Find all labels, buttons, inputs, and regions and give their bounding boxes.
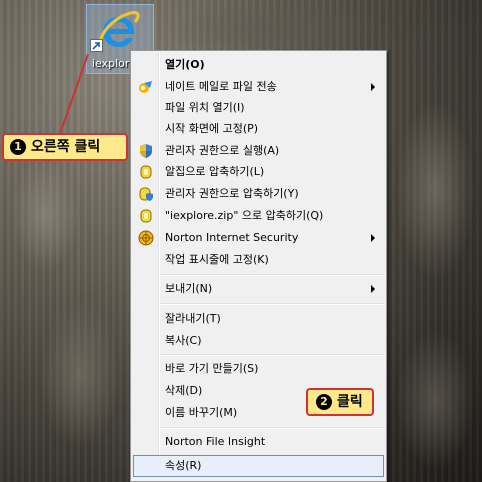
menu-item-label: 파일 위치 열기(I) (165, 101, 245, 114)
menu-item-label: 잘라내기(T) (165, 312, 221, 325)
menu-item-cut[interactable]: 잘라내기(T) (133, 308, 384, 329)
norton-icon (138, 230, 154, 246)
menu-item-label: 속성(R) (165, 459, 202, 472)
menu-separator (161, 427, 384, 429)
menu-item-label: 삭제(D) (165, 384, 203, 397)
menu-item-compress-as-admin[interactable]: 관리자 권한으로 압축하기(Y) (133, 183, 384, 204)
menu-separator (161, 303, 384, 305)
menu-separator (161, 354, 384, 356)
callout-text: 오른쪽 클릭 (31, 139, 101, 155)
menu-item-label: 알집으로 압축하기(L) (165, 165, 265, 178)
menu-item-norton-internet-security[interactable]: Norton Internet Security (133, 227, 384, 248)
menu-item-nate-mail-send[interactable]: 네이트 메일로 파일 전송 (133, 76, 384, 97)
menu-item-copy[interactable]: 복사(C) (133, 330, 384, 351)
menu-item-label: 복사(C) (165, 334, 202, 347)
step-number-badge: 2 (316, 394, 332, 410)
alzip-icon (138, 164, 154, 180)
uac-shield-icon (138, 143, 154, 159)
step-number-badge: 1 (10, 139, 26, 155)
alzip-shield-icon (138, 186, 154, 202)
callout-right-click: 1 오른쪽 클릭 (2, 133, 128, 161)
callout-text: 클릭 (337, 394, 363, 410)
menu-item-pin-to-start[interactable]: 시작 화면에 고정(P) (133, 118, 384, 139)
submenu-arrow-icon (371, 234, 375, 242)
menu-item-open-file-location[interactable]: 파일 위치 열기(I) (133, 97, 384, 118)
menu-item-label: 보내기(N) (165, 282, 213, 295)
menu-item-label: 시작 화면에 고정(P) (165, 122, 259, 135)
menu-item-label: 열기(O) (165, 58, 205, 71)
menu-item-compress-to-zip[interactable]: "iexplore.zip" 으로 압축하기(Q) (133, 205, 384, 226)
menu-item-label: 이름 바꾸기(M) (165, 406, 238, 419)
submenu-arrow-icon (371, 285, 375, 293)
menu-item-create-shortcut[interactable]: 바로 가기 만들기(S) (133, 358, 384, 379)
submenu-arrow-icon (371, 83, 375, 91)
menu-item-label: 네이트 메일로 파일 전송 (165, 80, 277, 93)
context-menu: 열기(O) 네이트 메일로 파일 전송 파일 위치 열기(I) 시작 화면에 고… (130, 50, 387, 482)
menu-separator (161, 274, 384, 276)
mail-send-icon (138, 79, 154, 95)
menu-item-open[interactable]: 열기(O) (133, 54, 384, 75)
menu-item-alzip-compress[interactable]: 알집으로 압축하기(L) (133, 161, 384, 182)
menu-item-properties[interactable]: 속성(R) (133, 455, 384, 477)
menu-item-label: 바로 가기 만들기(S) (165, 362, 259, 375)
menu-item-label: 작업 표시줄에 고정(K) (165, 253, 269, 266)
menu-item-norton-file-insight[interactable]: Norton File Insight (133, 431, 384, 452)
alzip-icon (138, 208, 154, 224)
menu-item-send-to[interactable]: 보내기(N) (133, 278, 384, 299)
menu-item-label: Norton Internet Security (165, 231, 299, 244)
menu-item-label: 관리자 권한으로 압축하기(Y) (165, 187, 299, 200)
callout-click: 2 클릭 (306, 388, 374, 416)
menu-item-label: "iexplore.zip" 으로 압축하기(Q) (165, 209, 324, 222)
menu-item-run-as-admin[interactable]: 관리자 권한으로 실행(A) (133, 140, 384, 161)
menu-item-label: 관리자 권한으로 실행(A) (165, 144, 280, 157)
menu-item-pin-to-taskbar[interactable]: 작업 표시줄에 고정(K) (133, 249, 384, 270)
menu-item-label: Norton File Insight (165, 435, 266, 448)
